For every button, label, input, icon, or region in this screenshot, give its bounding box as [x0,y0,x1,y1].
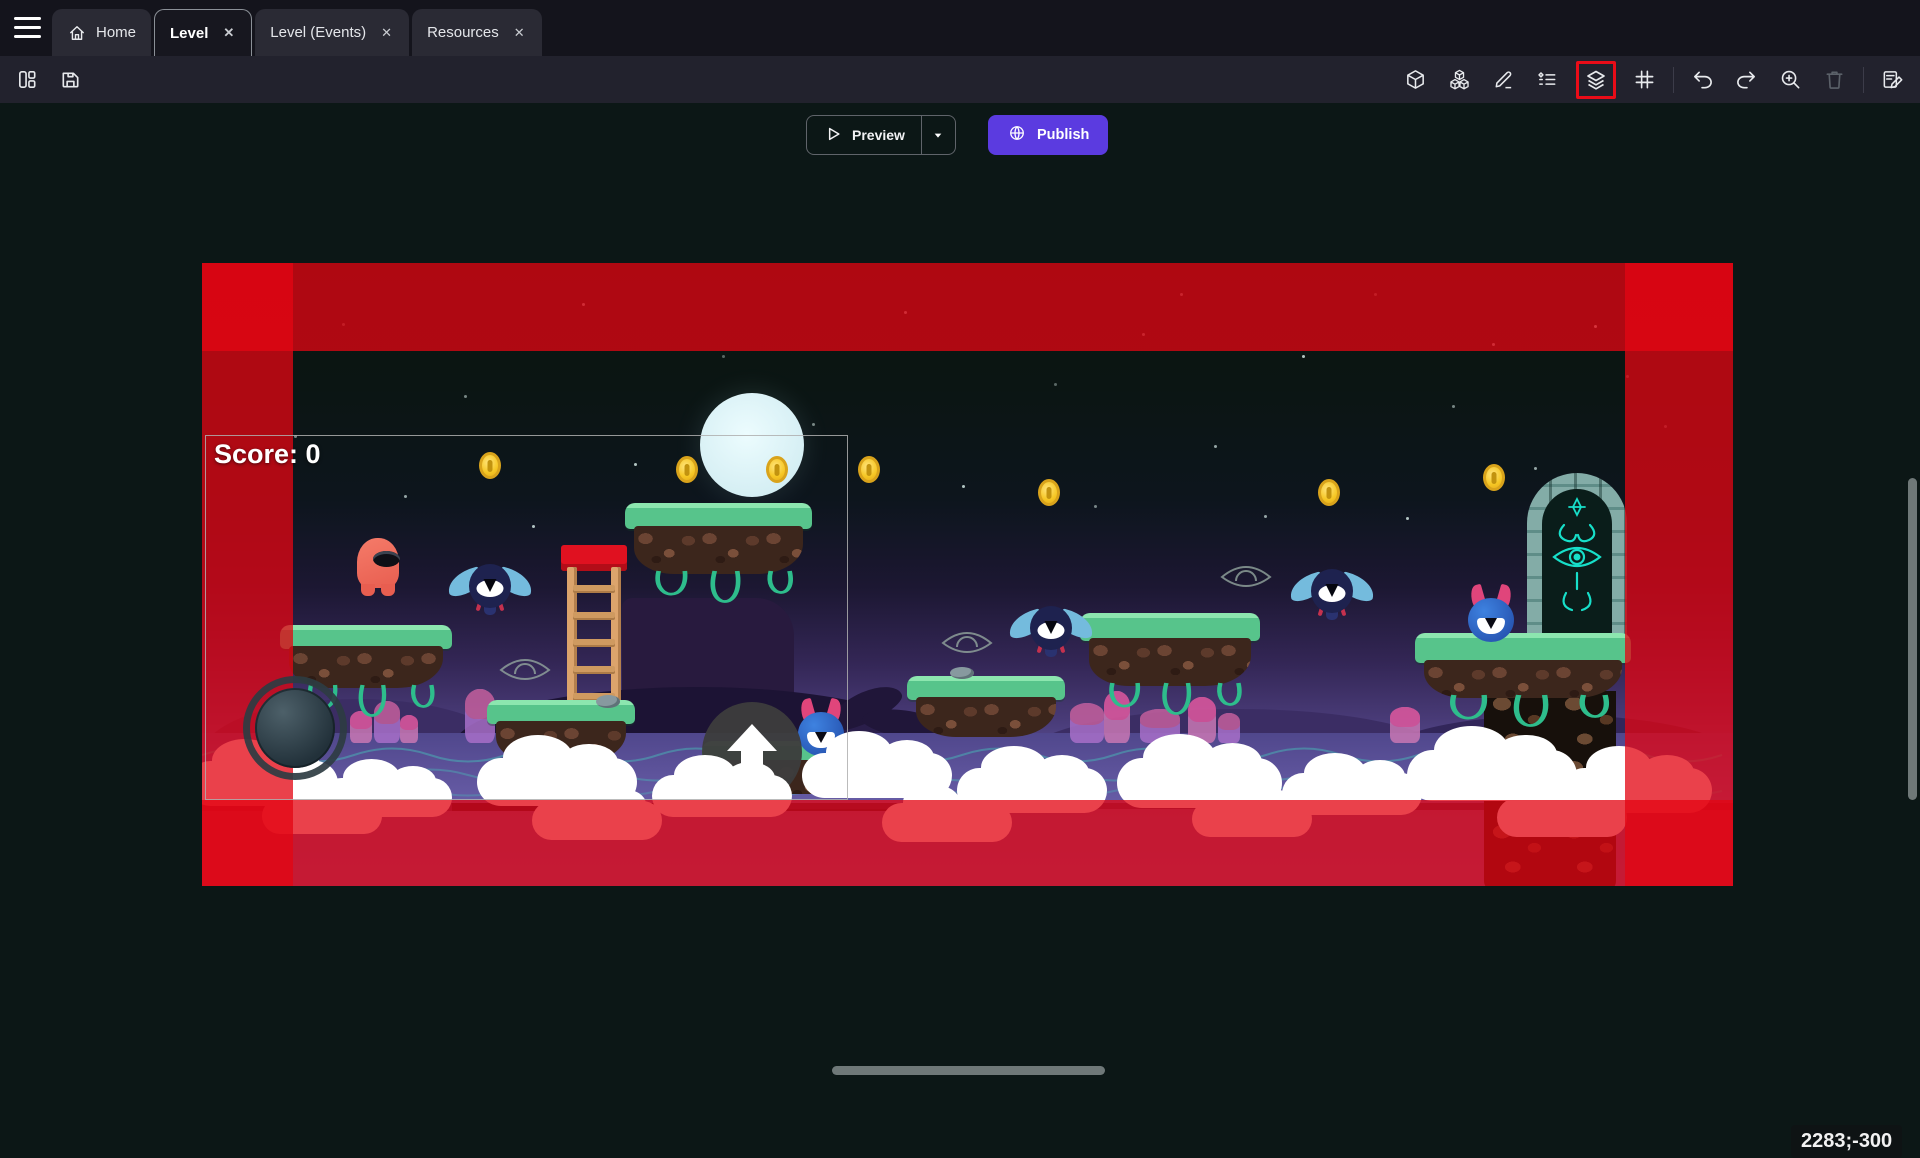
star-decoration [1406,517,1409,520]
platform-object[interactable] [907,676,1065,740]
close-icon[interactable]: ✕ [379,23,394,43]
tab-home[interactable]: Home [52,9,151,56]
coin-object[interactable] [1483,464,1505,491]
preview-options-caret[interactable] [921,116,955,154]
platform-object[interactable] [1080,613,1260,689]
star-decoration [1452,405,1455,408]
tab-label: Level [170,25,208,42]
red-zone-right [1625,263,1733,886]
star-decoration [1302,355,1305,358]
close-icon[interactable]: ✕ [512,23,527,43]
red-zone-top [202,263,1733,351]
red-zone-bottom [202,800,1733,886]
demon-enemy-object[interactable] [1468,585,1514,643]
star-decoration [722,355,725,358]
bat-enemy-object[interactable] [1289,568,1375,622]
grid-icon[interactable] [1629,64,1660,95]
star-decoration [1094,505,1097,508]
bat-enemy-object[interactable] [1008,605,1094,659]
globe-icon [1007,123,1027,147]
star-decoration [1264,515,1267,518]
vertical-scrollbar[interactable] [1908,478,1917,800]
home-icon [67,23,87,43]
star-decoration [962,485,965,488]
tab-resources[interactable]: Resources ✕ [412,9,542,56]
preview-button[interactable]: Preview [807,116,921,154]
pebble-decoration [950,667,974,679]
zoom-in-icon[interactable] [1775,64,1806,95]
edit-scene-icon[interactable] [1877,64,1908,95]
publish-label: Publish [1037,127,1089,143]
undo-icon[interactable] [1687,64,1718,95]
portal-ornament [1542,493,1612,633]
cursor-coordinates-badge: 2283;-300 [1791,1125,1902,1158]
toolbar-left [12,56,86,103]
save-icon[interactable] [55,64,86,95]
tab-strip: Home Level ✕ Level (Events) ✕ Resources … [52,9,542,56]
vine-decoration [1080,683,1260,727]
preview-label: Preview [852,127,905,143]
tab-level[interactable]: Level ✕ [154,9,252,56]
chevron-down-icon [930,127,946,143]
platform-object[interactable] [1415,633,1631,701]
horizontal-scrollbar[interactable] [832,1066,1105,1075]
play-icon [823,124,843,147]
star-decoration [464,395,467,398]
coin-object[interactable] [1038,479,1060,506]
ghost-eye-decoration [1219,560,1273,594]
level-scene[interactable]: Score: 0 [202,263,1733,886]
tab-label: Home [96,24,136,41]
tab-label: Resources [427,24,499,41]
redo-icon[interactable] [1731,64,1762,95]
selection-rectangle [205,435,848,800]
object-groups-icon[interactable] [1444,64,1475,95]
objects-cube-icon[interactable] [1400,64,1431,95]
coin-object[interactable] [858,456,880,483]
close-icon[interactable]: ✕ [221,23,236,43]
layers-icon[interactable] [1583,67,1609,93]
edit-pencil-icon[interactable] [1488,64,1519,95]
star-decoration [1534,467,1537,470]
instances-list-icon[interactable] [1532,64,1563,95]
tab-bar: Home Level ✕ Level (Events) ✕ Resources … [0,0,1920,56]
tab-label: Level (Events) [270,24,366,41]
trash-icon [1819,64,1850,95]
tab-level-events[interactable]: Level (Events) ✕ [255,9,409,56]
star-decoration [1214,445,1217,448]
panels-icon[interactable] [12,64,43,95]
preview-button-group: Preview [806,115,956,155]
coin-object[interactable] [1318,479,1340,506]
portal-door-object[interactable] [1527,473,1627,645]
toolbar-divider [1863,67,1864,93]
star-decoration [812,423,815,426]
publish-button[interactable]: Publish [988,115,1108,155]
ghost-eye-decoration [940,626,994,660]
star-decoration [1054,383,1057,386]
layers-highlight-box [1576,61,1616,99]
toolbar-right [1400,56,1908,103]
toolbar-divider [1673,67,1674,93]
editor-viewport[interactable]: Score: 0 2283;-300 [0,103,1920,1080]
toolbar: Preview Publish [0,56,1920,103]
main-menu-icon[interactable] [14,17,41,38]
